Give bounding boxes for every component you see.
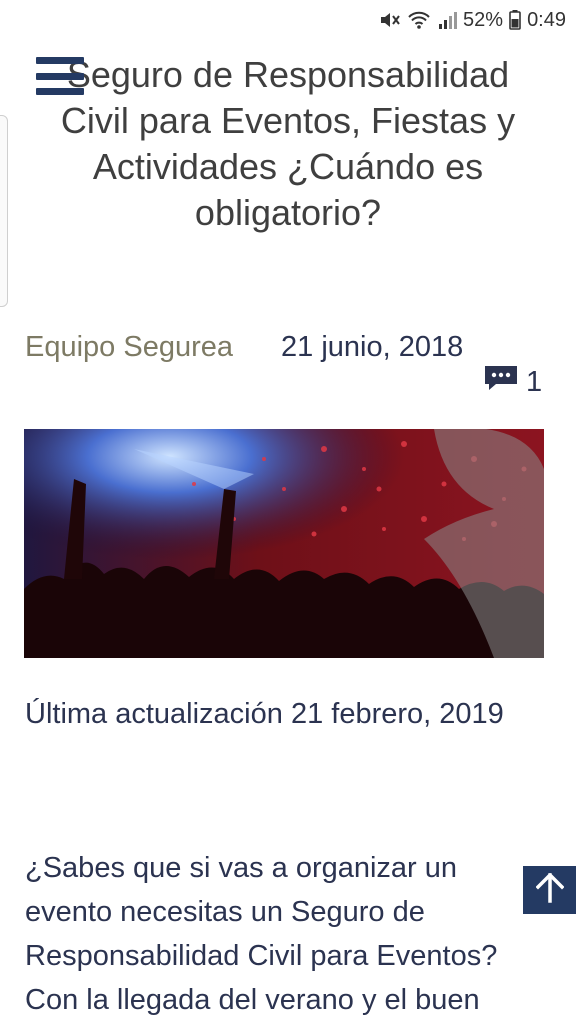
- post-author[interactable]: Equipo Segurea: [25, 331, 233, 364]
- comment-icon: [484, 365, 518, 399]
- featured-image: [24, 429, 544, 658]
- arrow-up-icon: [535, 872, 564, 908]
- post-intro: ¿Sabes que si vas a organizar un evento …: [25, 852, 498, 1016]
- battery-icon: [509, 10, 521, 30]
- side-drawer-handle[interactable]: [0, 115, 8, 307]
- comments-link[interactable]: 1: [484, 365, 542, 399]
- mute-icon: [379, 10, 401, 30]
- clock: 0:49: [527, 8, 566, 31]
- battery-percent: 52%: [463, 8, 504, 31]
- hamburger-menu-icon[interactable]: [36, 57, 84, 95]
- comment-count: 1: [526, 365, 543, 398]
- last-updated: Última actualización 21 febrero, 2019: [25, 698, 504, 730]
- wifi-icon: [407, 10, 431, 30]
- status-bar: 52% 0:49: [0, 0, 576, 40]
- scroll-to-top-button[interactable]: [523, 866, 576, 914]
- page-title: Seguro de Responsabilidad Civil para Eve…: [60, 54, 516, 233]
- post-date: 21 junio, 2018: [281, 331, 464, 363]
- signal-icon: [437, 10, 458, 30]
